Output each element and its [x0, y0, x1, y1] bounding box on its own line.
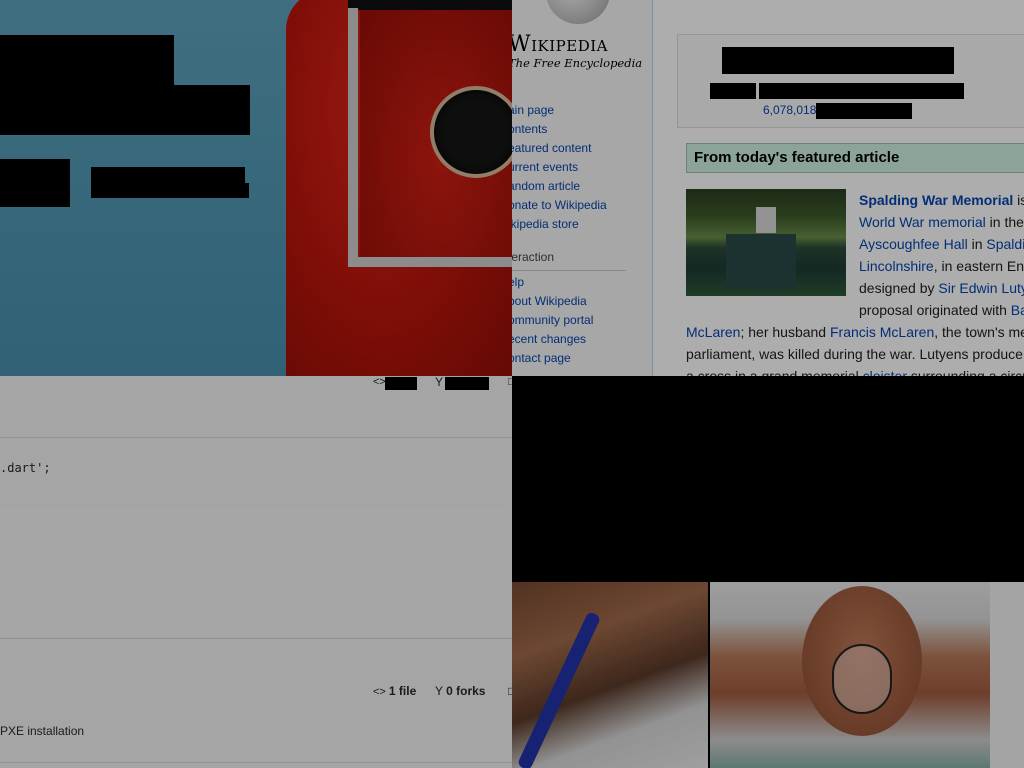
featured-text-line: designed by Sir Edwin Luty — [859, 277, 1024, 299]
sidebar-item-featured-content[interactable]: eatured content — [512, 139, 638, 158]
monument-shape — [756, 207, 776, 233]
article-count-link[interactable]: 6,078,018 — [763, 103, 816, 117]
sidebar-item-store[interactable]: ikipedia store — [512, 215, 638, 234]
sidebar-item-contact-page[interactable]: ontact page — [512, 349, 638, 368]
image-panel — [512, 376, 1024, 768]
featured-text-line: World War memorial in the — [859, 214, 1024, 230]
sidebar-navigation: ain page ontents eatured content urrent … — [512, 101, 638, 234]
code-icon: <> — [373, 686, 389, 698]
featured-text-line: proposal originated with Ba — [859, 299, 1024, 321]
divider — [0, 437, 512, 438]
files-count[interactable]: <> 1 file — [373, 684, 416, 698]
article-link[interactable]: Sir Edwin Luty — [938, 280, 1024, 296]
sidebar-heading-interaction: teraction — [512, 250, 626, 271]
sidebar-item-current-events[interactable]: urrent events — [512, 158, 638, 177]
redaction-block — [0, 35, 174, 87]
sidebar-item-help[interactable]: elp — [512, 273, 638, 292]
redaction-block — [722, 47, 954, 74]
article-link[interactable]: Ba — [1011, 302, 1024, 318]
featured-text-line: Ayscoughfee Hall in Spaldi — [859, 236, 1024, 252]
redaction-block — [385, 377, 417, 390]
redaction-block — [0, 159, 70, 207]
article-link[interactable]: Spalding War Memorial — [859, 192, 1013, 208]
article-link[interactable]: cloister — [863, 368, 907, 376]
pool-shape — [726, 234, 796, 289]
redaction-block — [0, 85, 250, 135]
redaction-block — [816, 103, 912, 119]
article-link[interactable]: Spaldi — [986, 236, 1024, 252]
sidebar-item-random-article[interactable]: andom article — [512, 177, 638, 196]
wikipedia-panel: Wikipedia The Free Encyclopedia ain page… — [512, 0, 1024, 376]
gist-description[interactable]: PXE installation — [0, 724, 84, 738]
sidebar-item-contents[interactable]: ontents — [512, 120, 638, 139]
gist-panel: <> Y □ .dart'; <> 1 file Y 0 forks □ PXE… — [0, 376, 512, 768]
forks-count[interactable]: Y 0 forks — [435, 684, 485, 698]
divider — [0, 638, 512, 639]
redaction-block — [91, 167, 245, 183]
redaction-block — [759, 83, 964, 99]
redaction-block — [445, 377, 489, 390]
featured-text-line: Lincolnshire, in eastern En — [859, 258, 1024, 274]
wikipedia-globe-logo[interactable] — [546, 0, 610, 24]
ad-photo-panel — [0, 0, 512, 376]
sidebar-interaction-list: elp bout Wikipedia ommunity portal ecent… — [512, 273, 638, 368]
redaction-block — [710, 83, 756, 99]
fork-icon: Y — [435, 376, 444, 389]
sidebar-item-donate[interactable]: onate to Wikipedia — [512, 196, 638, 215]
featured-text-line: parliament, was killed during the war. L… — [686, 346, 1023, 362]
featured-article-image[interactable] — [686, 189, 846, 296]
featured-text-line: a cross in a grand memorial cloister sur… — [686, 365, 1024, 376]
redaction-block — [91, 183, 249, 198]
photo-edge — [990, 582, 1024, 768]
sidebar-item-recent-changes[interactable]: ecent changes — [512, 330, 638, 349]
sidebar-item-community-portal[interactable]: ommunity portal — [512, 311, 638, 330]
article-link[interactable]: McLaren — [686, 324, 740, 340]
article-link[interactable]: World War memorial — [859, 214, 986, 230]
oxygen-mask-shape — [832, 644, 892, 714]
featured-article-heading: From today's featured article — [686, 143, 1024, 173]
divider — [0, 762, 512, 763]
article-link[interactable]: Lincolnshire — [859, 258, 934, 274]
sidebar-item-about[interactable]: bout Wikipedia — [512, 292, 638, 311]
fork-icon: Y — [435, 684, 447, 698]
code-icon: <> — [373, 376, 386, 388]
wikipedia-tagline: The Free Encyclopedia — [512, 56, 643, 70]
article-link[interactable]: Ayscoughfee Hall — [859, 236, 968, 252]
featured-text-line: Spalding War Memorial is — [859, 192, 1024, 208]
article-link[interactable]: Francis McLaren — [830, 324, 934, 340]
wikipedia-wordmark[interactable]: Wikipedia — [512, 32, 608, 57]
sidebar-item-main-page[interactable]: ain page — [512, 101, 638, 120]
code-snippet-line: .dart'; — [0, 461, 51, 475]
featured-text-line: McLaren; her husband Francis McLaren, th… — [686, 324, 1024, 340]
wristwatch-image — [430, 86, 512, 178]
dim-overlay — [0, 376, 512, 768]
